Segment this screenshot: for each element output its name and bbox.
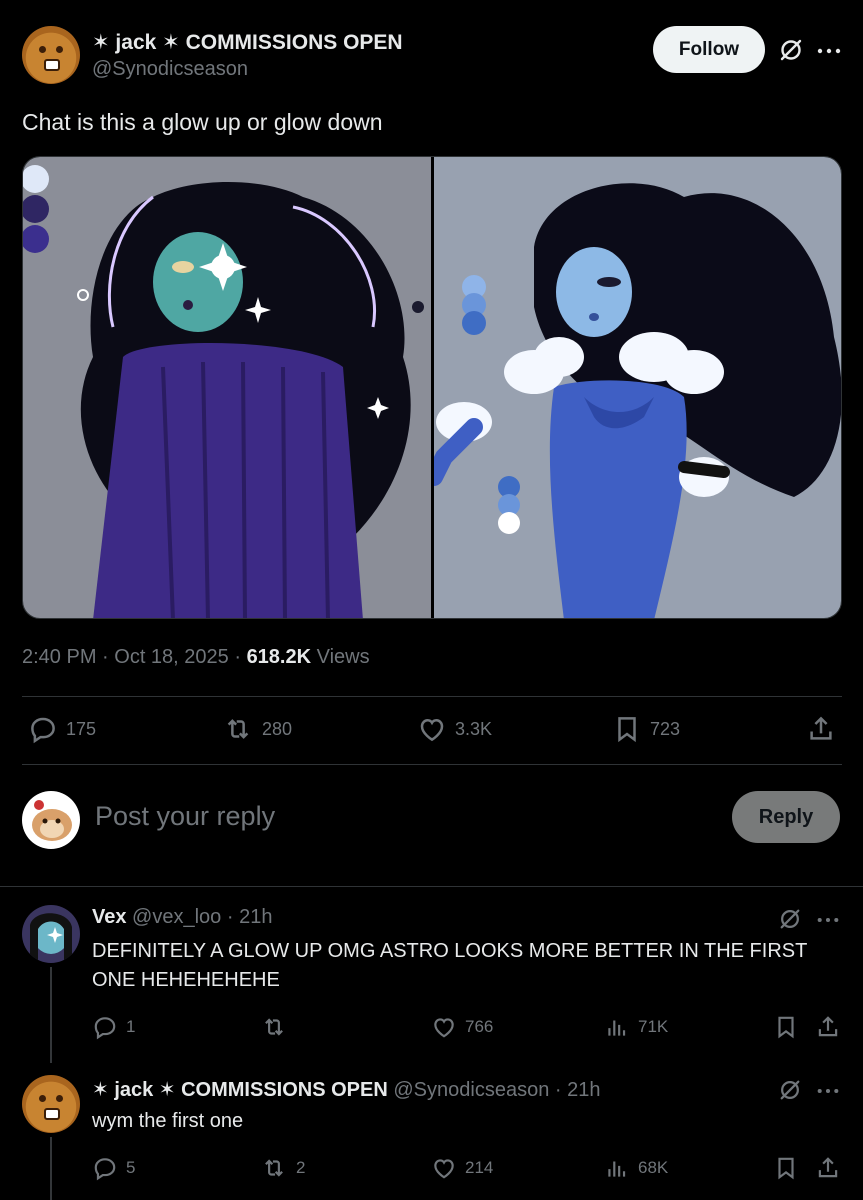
author-display-name[interactable]: ✶ jack ✶ COMMISSIONS OPEN	[92, 30, 403, 55]
repost-action[interactable]: 2	[260, 1155, 305, 1181]
bookmark-count: 723	[650, 718, 681, 739]
like-action[interactable]: 214	[431, 1155, 493, 1181]
reply-handle[interactable]: @Synodicseason	[393, 1079, 549, 1101]
post-timestamp[interactable]: 2:40 PM · Oct 18, 2025 ·	[22, 646, 247, 668]
reply-icon	[31, 717, 55, 744]
views-action[interactable]: 68K	[604, 1155, 668, 1181]
repost-count: 280	[262, 718, 293, 739]
share-action[interactable]	[815, 1155, 841, 1181]
repost-icon	[265, 1018, 283, 1036]
repost-icon	[227, 719, 249, 739]
follow-button[interactable]: Follow	[653, 26, 765, 73]
user-avatar[interactable]	[22, 791, 80, 849]
share-icon	[818, 1157, 838, 1178]
media-image-left[interactable]	[23, 157, 431, 618]
reply-count: 1	[126, 1017, 136, 1036]
more-icon[interactable]	[816, 1084, 840, 1096]
bookmark-icon	[778, 1016, 794, 1039]
thread-line	[50, 967, 52, 1063]
reply-time[interactable]: · 21h	[555, 1079, 601, 1101]
like-action[interactable]: 766	[431, 1014, 493, 1040]
reply-avatar-jack[interactable]	[22, 1075, 80, 1133]
thread-line	[50, 1137, 52, 1200]
bookmark-action[interactable]	[773, 1155, 799, 1181]
like-icon	[420, 718, 444, 742]
post-media[interactable]	[22, 156, 842, 619]
grok-icon[interactable]	[778, 1078, 802, 1102]
reply-action[interactable]: 175	[28, 714, 96, 744]
reply-display-name[interactable]: Vex	[92, 906, 126, 928]
post-timestamp-views: 2:40 PM · Oct 18, 2025 · 618.2K Views	[22, 646, 370, 669]
reply-action[interactable]: 1	[92, 1014, 135, 1040]
reply-input[interactable]: Post your reply	[95, 801, 275, 832]
grok-icon[interactable]	[778, 907, 802, 931]
reply-count: 5	[126, 1158, 136, 1177]
repost-icon	[265, 1159, 283, 1177]
reply-time[interactable]: · 21h	[227, 906, 273, 928]
like-count: 214	[465, 1158, 494, 1177]
divider-bottom	[22, 764, 842, 765]
views-count: 618.2K	[246, 646, 312, 668]
reply-display-name[interactable]: ✶ jack ✶ COMMISSIONS OPEN	[92, 1079, 388, 1101]
share-action[interactable]	[806, 714, 836, 744]
views-label: Views	[311, 646, 370, 668]
like-count: 3.3K	[455, 718, 493, 739]
like-count: 766	[465, 1017, 494, 1036]
reply-count: 175	[66, 718, 97, 739]
repost-count: 2	[296, 1158, 306, 1177]
views-icon	[608, 1020, 626, 1036]
reply-header: Vex @vex_loo · 21h	[92, 906, 272, 929]
post-text: Chat is this a glow up or glow down	[22, 109, 383, 135]
author-handle[interactable]: @Synodicseason	[92, 58, 248, 81]
divider-top	[22, 696, 842, 697]
views-count: 71K	[638, 1017, 669, 1036]
section-divider	[0, 886, 863, 887]
reply-action[interactable]: 5	[92, 1155, 135, 1181]
reply-avatar-vex[interactable]	[22, 905, 80, 963]
reply-text: DEFINITELY A GLOW UP OMG ASTRO LOOKS MOR…	[92, 940, 807, 991]
grok-icon[interactable]	[778, 37, 804, 63]
like-action[interactable]: 3.3K	[417, 714, 492, 744]
share-icon	[818, 1016, 838, 1037]
bookmark-icon	[778, 1157, 794, 1180]
bookmark-icon	[618, 717, 636, 743]
reply-icon	[94, 1017, 116, 1040]
views-action[interactable]: 71K	[604, 1014, 668, 1040]
more-icon[interactable]	[816, 44, 842, 56]
repost-action[interactable]: 280	[222, 714, 292, 744]
like-icon	[434, 1018, 454, 1038]
like-icon	[434, 1159, 454, 1179]
author-avatar[interactable]	[22, 26, 80, 84]
share-icon	[810, 716, 832, 740]
bookmark-action[interactable]	[773, 1014, 799, 1040]
repost-action[interactable]	[260, 1014, 296, 1040]
views-icon	[608, 1161, 626, 1177]
reply-button[interactable]: Reply	[732, 791, 840, 843]
reply-icon	[94, 1158, 116, 1181]
reply-handle[interactable]: @vex_loo	[132, 906, 221, 928]
more-icon[interactable]	[816, 913, 840, 925]
media-image-right[interactable]	[431, 157, 841, 618]
views-count: 68K	[638, 1158, 669, 1177]
reply-header: ✶ jack ✶ COMMISSIONS OPEN @Synodicseason…	[92, 1077, 600, 1102]
bookmark-action[interactable]: 723	[612, 714, 680, 744]
share-action[interactable]	[815, 1014, 841, 1040]
reply-text: wym the first one	[92, 1110, 244, 1132]
